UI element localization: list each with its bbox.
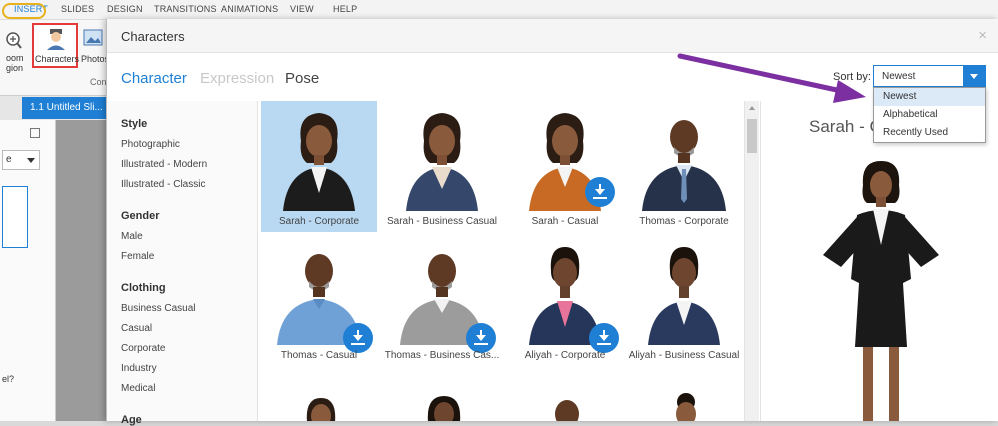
annotation-arrow xyxy=(677,53,866,103)
